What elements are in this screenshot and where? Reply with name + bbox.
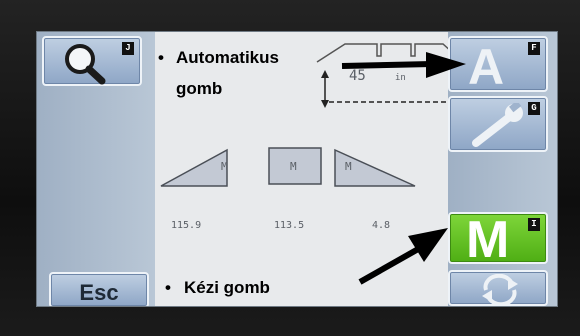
manual-callout-bullet: • <box>165 278 171 297</box>
cycle-icon <box>482 274 518 304</box>
settings-key-label: G <box>528 102 540 115</box>
wrench-icon <box>472 103 523 147</box>
manual-button[interactable]: M I <box>448 211 548 269</box>
manual-callout-text: Kézi gomb <box>184 278 270 297</box>
auto-button[interactable]: A F <box>448 36 548 95</box>
esc-label: Esc <box>79 280 119 305</box>
auto-key-label: F <box>528 42 540 55</box>
section-right-label: M <box>345 160 352 173</box>
esc-button[interactable]: Esc <box>49 272 149 306</box>
reading-left: 115.9 <box>171 220 202 231</box>
cycle-button[interactable] <box>448 270 548 306</box>
reading-right: 4.8 <box>372 220 391 231</box>
section-left-label: M <box>221 160 228 173</box>
section-center-label: M <box>290 160 297 173</box>
auto-callout-bullet: • <box>158 48 164 67</box>
manual-letter: M <box>466 211 510 269</box>
boom-height-diagram <box>316 43 464 108</box>
auto-callout-line1: Automatikus <box>176 48 279 67</box>
manual-key-label: I <box>528 218 540 231</box>
boom-sections-diagram <box>160 147 416 187</box>
auto-callout-line2: gomb <box>176 79 223 98</box>
height-value: 45 <box>349 68 366 84</box>
center-display-panel: 45 in M M M 115.9 113.5 4.8 <box>155 32 464 306</box>
search-button[interactable]: J <box>42 36 142 86</box>
search-key-label: J <box>122 42 134 55</box>
display-screen: J Esc 45 in M M M 115.9 113.5 4.8 A F G … <box>36 31 558 307</box>
height-unit: in <box>395 73 406 83</box>
settings-button[interactable]: G <box>448 96 548 152</box>
auto-letter: A <box>468 39 505 95</box>
left-section-shape <box>160 148 228 187</box>
reading-center: 113.5 <box>274 220 305 231</box>
magnifier-icon <box>65 44 106 85</box>
